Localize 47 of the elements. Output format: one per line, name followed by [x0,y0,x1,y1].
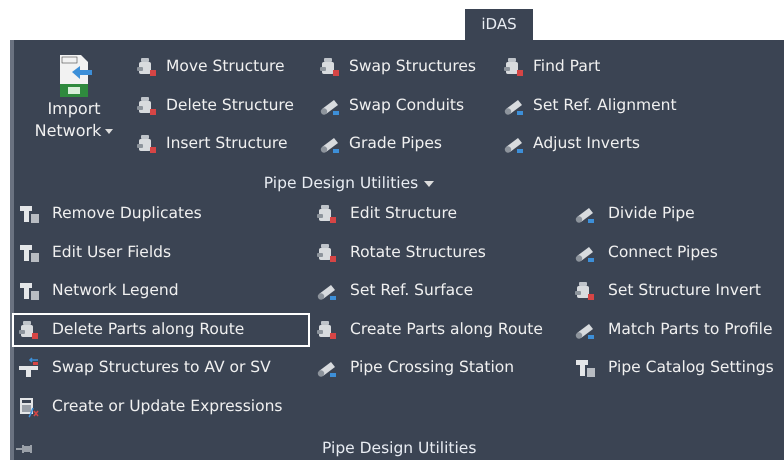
pipe-fitting-icon [574,357,596,379]
menu-item[interactable]: Pipe Crossing Station [310,351,568,385]
caret-icon [424,180,434,187]
structure-icon [503,56,525,78]
pipe-fitting-icon [18,203,40,225]
ribbon-button[interactable]: Insert Structure [130,127,313,161]
structure-icon [316,203,338,225]
menu-item[interactable]: Set Ref. Surface [310,274,568,308]
structure-icon [319,56,341,78]
structure-icon [574,280,596,302]
ribbon-button[interactable]: Swap Conduits [313,88,497,122]
menu-item[interactable]: Rotate Structures [310,236,568,270]
menu-item[interactable]: Create Parts along Route [310,312,568,346]
menu-item[interactable]: Edit Structure [310,197,568,231]
ribbon-button[interactable]: Adjust Inverts [497,127,697,161]
structure-icon [136,94,158,116]
ribbon-tab[interactable]: iDAS [465,9,533,40]
import-network-button[interactable]: Import Network [28,50,120,158]
menu-item[interactable]: Match Parts to Profile [568,312,784,346]
structure-icon [136,56,158,78]
structure-icon [316,242,338,264]
menu-item[interactable]: Create or Update Expressions [12,390,310,424]
pin-icon [16,444,32,454]
structure-icon [136,133,158,155]
menu-item[interactable]: Set Structure Invert [568,274,784,308]
tee-icon [18,357,40,379]
ribbon-button[interactable]: Grade Pipes [313,127,497,161]
menu-item[interactable]: Connect Pipes [568,236,784,270]
menu-item[interactable]: Delete Parts along Route [12,312,310,346]
caret-icon [105,128,114,134]
menu-item[interactable]: Edit User Fields [12,236,310,270]
menu-item[interactable]: Divide Pipe [568,197,784,231]
panel-title: Pipe Design Utilities [322,438,476,459]
ribbon-button[interactable]: Set Ref. Alignment [497,88,697,122]
calculator-icon [18,396,40,418]
menu-item[interactable]: Swap Structures to AV or SV [12,351,310,385]
ribbon-button[interactable]: Delete Structure [130,88,313,122]
pipe-fitting-icon [18,280,40,302]
menu-item[interactable]: Pipe Catalog Settings [568,351,784,385]
menu-item[interactable]: Remove Duplicates [12,197,310,231]
structure-icon [316,318,338,340]
ribbon-button[interactable]: Find Part [497,50,697,84]
ribbon-button[interactable]: Move Structure [130,50,313,84]
structure-icon [18,318,40,340]
menu-item[interactable]: Network Legend [12,274,310,308]
panel-title-button[interactable]: Pipe Design Utilities [260,172,438,196]
ribbon-button[interactable]: Swap Structures [313,50,497,84]
